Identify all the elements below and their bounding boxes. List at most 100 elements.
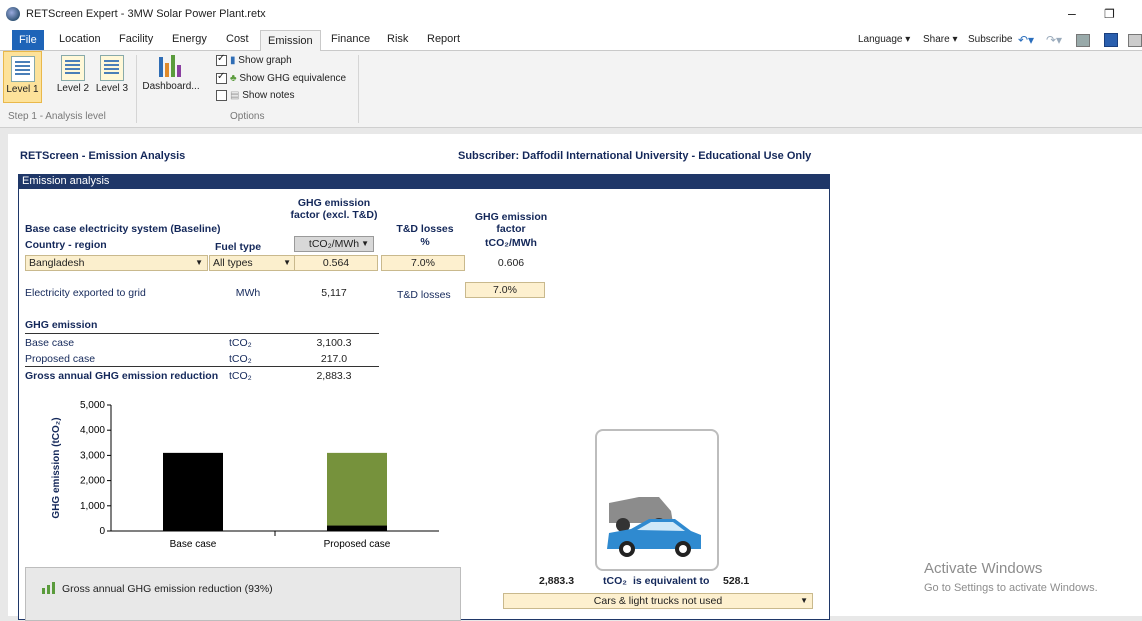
sheet-heading: RETScreen - Emission Analysis	[20, 150, 186, 162]
ghg-row-value: 3,100.3	[316, 337, 352, 349]
ribbon-divider	[136, 55, 137, 123]
td-losses-field[interactable]: 7.0%	[381, 255, 465, 271]
table-rule	[25, 333, 379, 334]
minimize-button[interactable]: –	[1068, 5, 1076, 21]
ghg-row-unit: tCO₂	[229, 370, 252, 382]
ghg-factor-header: GHG emission factor (excl. T&D)	[290, 197, 378, 221]
chevron-down-icon: ▼	[800, 596, 808, 605]
activate-windows-sub: Go to Settings to activate Windows.	[924, 582, 1098, 594]
show-ghg-checkbox[interactable]: ♣ Show GHG equivalence	[216, 71, 347, 85]
activate-windows-title: Activate Windows	[924, 560, 1043, 577]
ribbon: Level 1 Level 2 Level 3 Dashboard... ▮ S…	[0, 51, 1142, 128]
dashboard-button[interactable]: Dashboard...	[140, 51, 202, 101]
export-td-label: T&D losses	[397, 289, 451, 301]
equivalence-text: is equivalent to	[633, 575, 710, 587]
y-tick-label: 2,000	[80, 476, 105, 487]
tab-location[interactable]: Location	[59, 33, 101, 45]
show-notes-label: Show notes	[242, 90, 295, 102]
level-2-label: Level 2	[56, 83, 90, 94]
ghg-row-unit: tCO₂	[229, 353, 252, 365]
td-losses-unit: %	[420, 236, 430, 248]
bar-chart-icon	[42, 582, 58, 597]
tab-facility[interactable]: Facility	[119, 33, 153, 45]
reduction-legend-label: Gross annual GHG emission reduction (93%…	[62, 583, 273, 595]
y-tick-label: 3,000	[80, 450, 105, 461]
undo-icon[interactable]: ↶▾	[1018, 33, 1034, 47]
show-notes-checkbox[interactable]: ▤ Show notes	[216, 90, 295, 101]
ribbon-divider	[358, 55, 359, 123]
ghg-factor-field[interactable]: 0.564	[294, 255, 378, 271]
tab-file[interactable]: File	[12, 30, 44, 50]
app-icon	[6, 7, 20, 21]
ghg-row-value: 217.0	[320, 353, 348, 365]
ghg-unit-dropdown[interactable]: tCO₂/MWh ▼	[294, 236, 374, 252]
share-menu[interactable]: Share ▾	[923, 34, 957, 45]
table-rule	[25, 366, 379, 367]
ghg-row-label: Proposed case	[25, 353, 96, 365]
show-ghg-label: Show GHG equivalence	[239, 73, 347, 85]
restore-button[interactable]: ❐	[1104, 7, 1115, 21]
equivalence-image	[595, 429, 719, 571]
y-tick-label: 5,000	[80, 400, 105, 411]
level-3-button[interactable]: Level 3	[94, 51, 130, 101]
export-label: Electricity exported to grid	[25, 287, 146, 299]
save-icon[interactable]	[1104, 33, 1118, 47]
language-menu[interactable]: Language ▾	[858, 34, 910, 45]
level-1-label: Level 1	[6, 84, 39, 95]
ghg-row-label: Base case	[25, 337, 75, 349]
export-td-field[interactable]: 7.0%	[465, 282, 545, 298]
ghg-factor2-header: GHG emission factor	[474, 211, 548, 235]
fuel-type-label: Fuel type	[215, 241, 262, 253]
window-title: RETScreen Expert - 3MW Solar Power Plant…	[26, 8, 266, 20]
tab-report[interactable]: Report	[427, 33, 460, 45]
dashboard-icon	[157, 53, 185, 79]
fuel-type-value: All types	[213, 257, 253, 269]
baseline-title: Base case electricity system (Baseline)	[25, 223, 221, 235]
section-title: Emission analysis	[18, 174, 830, 189]
step-label: Step 1 - Analysis level	[8, 111, 106, 122]
level-1-button[interactable]: Level 1	[3, 51, 42, 103]
tab-risk[interactable]: Risk	[387, 33, 408, 45]
equivalence-dropdown-value: Cars & light trucks not used	[593, 595, 723, 607]
tab-cost[interactable]: Cost	[226, 33, 249, 45]
bar	[163, 452, 223, 531]
ghg-row-unit: tCO₂	[229, 337, 252, 349]
title-bar: RETScreen Expert - 3MW Solar Power Plant…	[0, 0, 1142, 30]
fuel-type-dropdown[interactable]: All types ▼	[209, 255, 296, 271]
reduction-legend: Gross annual GHG emission reduction (93%…	[25, 567, 461, 621]
subscribe-link[interactable]: Subscribe	[968, 34, 1012, 45]
ghg-factor2-unit: tCO₂/MWh	[485, 237, 537, 249]
tab-energy[interactable]: Energy	[172, 33, 207, 45]
chevron-down-icon: ▼	[361, 239, 369, 248]
chevron-down-icon: ▼	[283, 258, 291, 267]
country-value: Bangladesh	[29, 257, 85, 269]
level-3-label: Level 3	[95, 83, 129, 94]
redo-icon[interactable]: ↷▾	[1046, 33, 1062, 47]
equivalence-unit: tCO₂	[603, 575, 627, 587]
tab-emission[interactable]: Emission	[260, 30, 321, 52]
print-icon[interactable]	[1128, 34, 1142, 47]
show-graph-checkbox[interactable]: ▮ Show graph	[216, 53, 292, 66]
country-dropdown[interactable]: Bangladesh ▼	[25, 255, 208, 271]
level-2-button[interactable]: Level 2	[55, 51, 91, 101]
options-label: Options	[230, 111, 265, 122]
layout-icon[interactable]	[1076, 34, 1090, 47]
level-3-icon	[100, 55, 124, 81]
ghg-factor2-value: 0.606	[497, 257, 525, 269]
dashboard-label: Dashboard...	[142, 81, 200, 92]
level-2-icon	[61, 55, 85, 81]
equivalence-value: 2,883.3	[539, 575, 575, 587]
ghg-row-label: Gross annual GHG emission reduction	[25, 370, 219, 382]
export-value: 5,117	[321, 287, 347, 299]
y-axis-label: GHG emission (tCO₂)	[51, 417, 62, 518]
equivalence-result: 528.1	[723, 575, 750, 587]
export-unit: MWh	[235, 287, 261, 299]
ghg-emission-chart: 5,000 4,000 3,000 2,000 1,000 0 GHG emission (…	[51, 400, 439, 550]
ghg-unit-value: tCO₂/MWh	[308, 238, 360, 250]
car-truck-icon	[607, 497, 701, 557]
emission-panel: Base case electricity system (Baseline) …	[18, 189, 830, 621]
equivalence-dropdown[interactable]: Cars & light trucks not used ▼	[503, 593, 813, 609]
menu-bar: File Location Facility Energy Cost Emiss…	[0, 30, 1142, 52]
level-1-icon	[10, 56, 35, 82]
tab-finance[interactable]: Finance	[331, 33, 370, 45]
